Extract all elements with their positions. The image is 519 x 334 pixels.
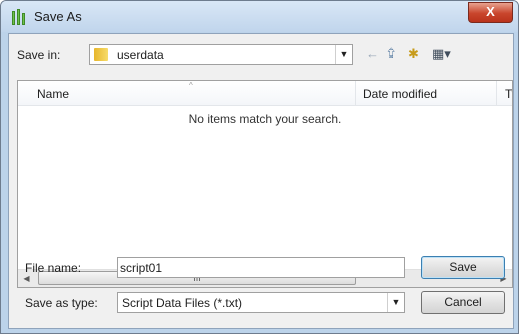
file-name-label: File name:: [25, 261, 82, 275]
title-bar[interactable]: Save As X: [1, 1, 518, 32]
save-as-type-value: Script Data Files (*.txt): [122, 296, 243, 310]
save-in-label: Save in:: [17, 48, 61, 62]
chevron-down-icon[interactable]: ▼: [387, 293, 404, 312]
save-as-dialog: Save As X Save in: userdata ▼ ← ⮸ ✱ ▦▾ N…: [0, 0, 519, 334]
sort-indicator-icon: ^: [189, 81, 193, 90]
folder-icon: [94, 48, 108, 61]
save-as-type-label: Save as type:: [25, 296, 98, 310]
close-button[interactable]: X: [468, 2, 513, 23]
dialog-body: Save in: userdata ▼ ← ⮸ ✱ ▦▾ Name ^ Date…: [8, 33, 514, 329]
back-arrow-icon[interactable]: ←: [366, 46, 379, 62]
app-icon: [12, 9, 28, 25]
up-folder-icon[interactable]: ⮸: [387, 46, 395, 62]
save-as-type-dropdown[interactable]: Script Data Files (*.txt) ▼: [117, 292, 405, 313]
list-header: Name ^ Date modified Ty: [18, 81, 512, 106]
views-menu-icon[interactable]: ▦▾: [432, 46, 451, 62]
new-folder-icon[interactable]: ✱: [408, 46, 419, 62]
save-in-value: userdata: [117, 48, 164, 62]
save-in-dropdown[interactable]: userdata ▼: [89, 44, 353, 65]
column-divider[interactable]: [496, 81, 497, 105]
chevron-down-icon[interactable]: ▼: [335, 45, 352, 64]
window-title: Save As: [34, 9, 82, 24]
column-header-type[interactable]: Ty: [505, 87, 512, 101]
column-divider[interactable]: [355, 81, 356, 105]
save-button[interactable]: Save: [421, 256, 505, 279]
column-header-name[interactable]: Name: [37, 87, 69, 101]
cancel-button[interactable]: Cancel: [421, 291, 505, 314]
file-name-input[interactable]: [117, 257, 405, 278]
empty-list-message: No items match your search.: [188, 112, 342, 126]
column-header-date-modified[interactable]: Date modified: [363, 87, 437, 101]
